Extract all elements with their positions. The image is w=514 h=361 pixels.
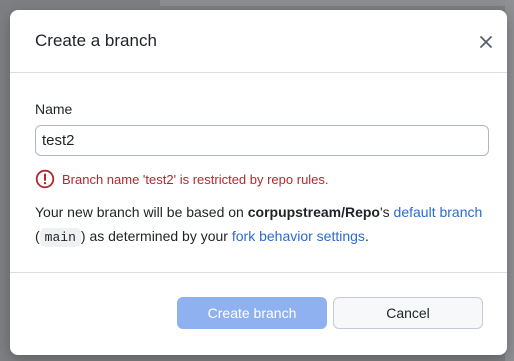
desc-period: . xyxy=(364,228,369,244)
fork-behavior-settings-link[interactable]: fork behavior settings xyxy=(232,228,365,244)
desc-text-1: Your new branch will be based on xyxy=(35,204,248,220)
validation-error: Branch name 'test2' is restricted by rep… xyxy=(35,169,329,189)
desc-text-3: as determined by your xyxy=(85,228,232,244)
desc-paren-open: ( xyxy=(35,228,40,244)
branch-code: main xyxy=(39,228,81,247)
cancel-button[interactable]: Cancel xyxy=(333,297,483,329)
repo-name: corpupstream/Repo xyxy=(247,204,380,220)
desc-text-2: 's xyxy=(379,204,394,220)
branch-description: Your new branch will be based on corpups… xyxy=(35,200,485,250)
dialog-title: Create a branch xyxy=(35,31,157,50)
close-icon xyxy=(480,36,492,48)
error-message: Branch name 'test2' is restricted by rep… xyxy=(62,171,329,187)
create-branch-button[interactable]: Create branch xyxy=(177,297,327,329)
default-branch-link[interactable]: default branch xyxy=(394,204,483,220)
alert-circle-icon xyxy=(35,169,55,189)
dialog-footer: Create branch Cancel xyxy=(10,272,507,356)
dialog-header: Create a branch xyxy=(10,10,507,73)
background-page-edge xyxy=(160,0,514,6)
close-button[interactable] xyxy=(474,30,498,54)
name-label: Name xyxy=(35,101,73,117)
create-branch-dialog: Create a branch Name Branch name 'test2'… xyxy=(10,10,507,355)
dialog-body: Name Branch name 'test2' is restricted b… xyxy=(10,73,507,272)
branch-name-input[interactable] xyxy=(35,125,489,156)
